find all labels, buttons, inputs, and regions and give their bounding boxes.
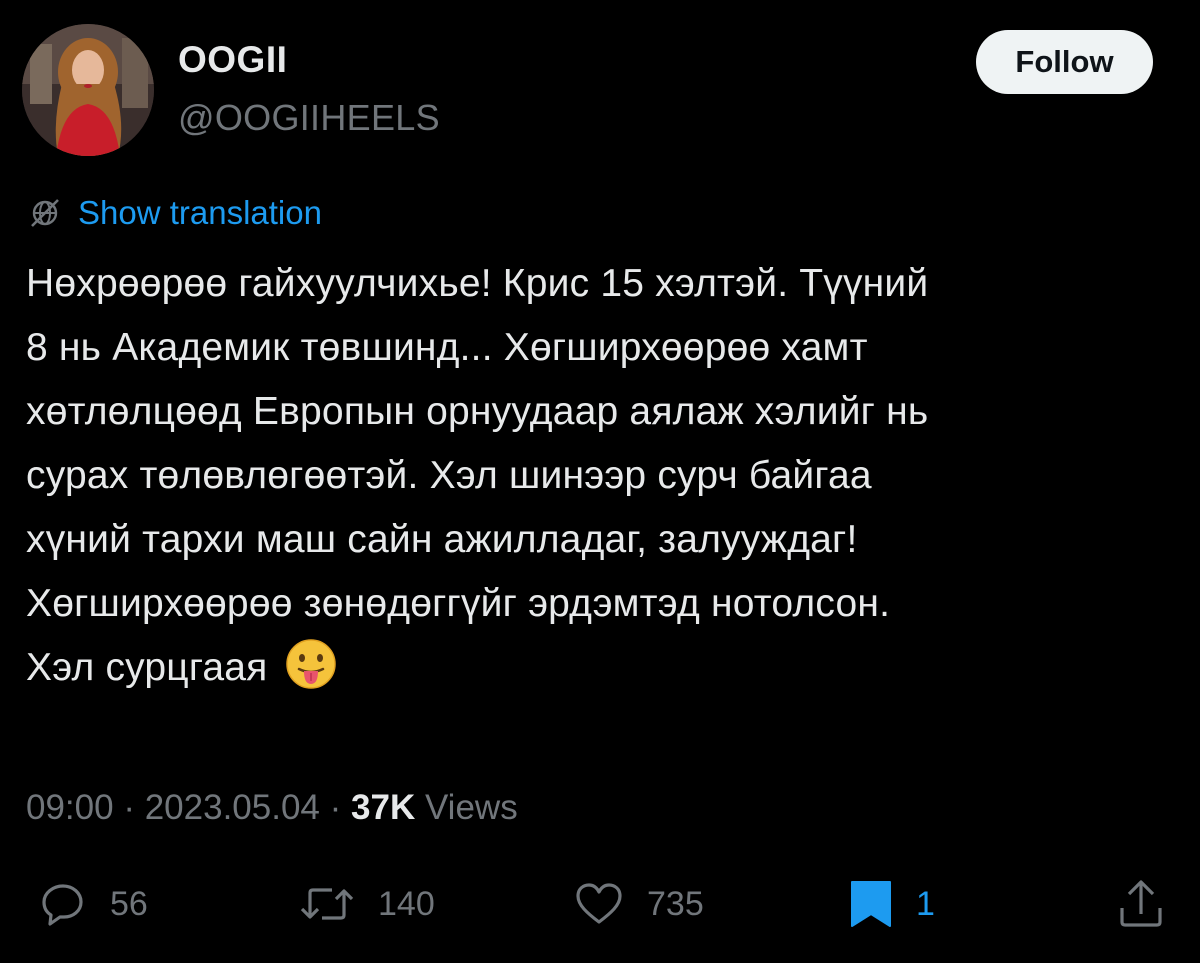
tweet-text-last-line: Хэл сурцгаая — [26, 636, 1176, 700]
action-bar: 56 140 735 1 — [0, 872, 1200, 936]
user-handle[interactable]: @OOGIIHEELS — [178, 96, 440, 140]
tweet-text-line: 8 нь Академик төвшинд... Хөгширхөөрөө ха… — [26, 326, 868, 369]
tweet-text-line: Нөхрөөрөө гайхуулчихье! Крис 15 хэлтэй. … — [26, 262, 929, 305]
show-translation-label: Show translation — [78, 194, 322, 231]
bookmark-button[interactable]: 1 — [848, 872, 935, 936]
tweet-meta: 09:00 · 2023.05.04 · 37K Views — [26, 784, 518, 832]
avatar[interactable] — [22, 24, 154, 156]
tweet-text-line: хөтлөлцөөд Европын орнуудаар аялаж хэлий… — [26, 390, 929, 433]
tweet-text-line: Хэл сурцгаая — [26, 646, 268, 689]
display-name[interactable]: OOGII — [178, 38, 287, 82]
reply-bubble-icon — [42, 884, 83, 926]
show-translation-link[interactable]: Show translation — [28, 192, 322, 234]
tweet-text-line: сурах төлөвлөгөөтэй. Хэл шинээр сурч бай… — [26, 454, 872, 497]
share-upload-icon — [1120, 880, 1162, 927]
views-count: 37K — [351, 788, 416, 827]
bookmark-filled-icon — [851, 881, 891, 927]
bookmark-count: 1 — [916, 884, 935, 923]
like-count: 735 — [647, 884, 704, 923]
retweet-icon — [300, 888, 354, 920]
follow-button[interactable]: Follow — [976, 30, 1153, 94]
globe-slash-icon — [31, 199, 59, 227]
tweet-text-line: хүний тархи маш сайн ажилладаг, залуужда… — [26, 518, 858, 561]
face-with-tongue-emoji — [285, 639, 336, 689]
like-button[interactable]: 735 — [573, 872, 704, 936]
heart-icon — [576, 883, 622, 924]
retweet-count: 140 — [378, 884, 435, 923]
views-label: Views — [424, 788, 518, 827]
retweet-button[interactable]: 140 — [298, 872, 435, 936]
reply-button[interactable]: 56 — [38, 872, 148, 936]
reply-count: 56 — [110, 884, 148, 923]
meta-separator: · — [123, 788, 135, 827]
meta-separator: · — [329, 788, 342, 827]
tweet-time[interactable]: 09:00 — [26, 788, 114, 827]
share-button[interactable] — [1116, 872, 1166, 936]
tweet-text-line: Хөгширхөөрөө зөнөдөггүйг эрдэмтэд нотолс… — [26, 582, 891, 625]
tweet-text: Нөхрөөрөө гайхуулчихье! Крис 15 хэлтэй. … — [26, 252, 1176, 700]
tweet-date[interactable]: 2023.05.04 — [145, 788, 320, 827]
